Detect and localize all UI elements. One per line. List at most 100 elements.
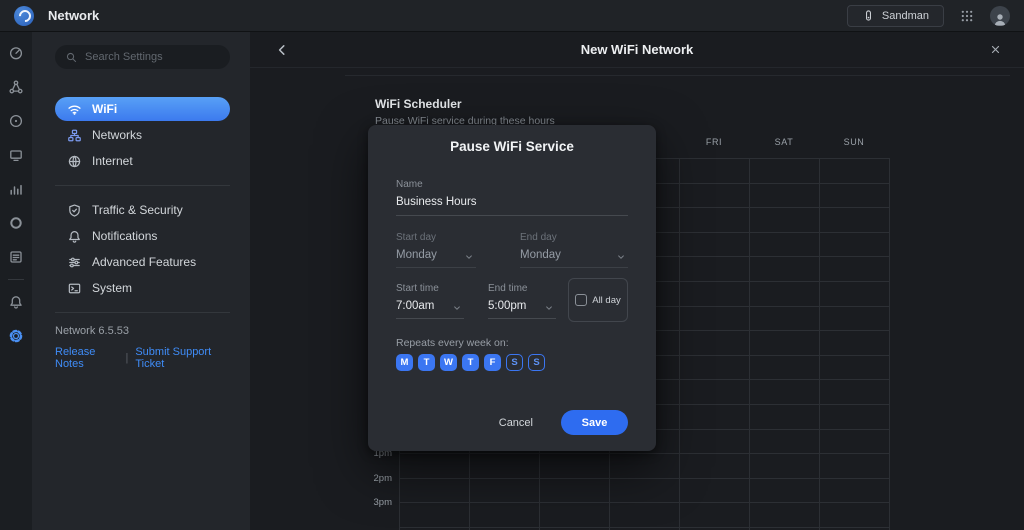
name-label: Name bbox=[396, 179, 423, 190]
search-icon bbox=[65, 51, 78, 64]
sidebar-item-label: Advanced Features bbox=[92, 255, 197, 269]
topology-icon[interactable] bbox=[8, 79, 24, 95]
scheduler-title: WiFi Scheduler bbox=[375, 97, 462, 111]
shield-icon bbox=[67, 203, 82, 218]
page-title: New WiFi Network bbox=[580, 42, 694, 57]
start-time-select[interactable]: 7:00am bbox=[396, 300, 434, 312]
app-title: Network bbox=[48, 8, 100, 23]
unifi-logo[interactable] bbox=[14, 5, 34, 26]
sidebar-item-system[interactable]: System bbox=[55, 276, 230, 300]
advanced-icon bbox=[67, 255, 82, 270]
topbar-actions: Sandman bbox=[846, 4, 1014, 27]
chevron-down-icon[interactable] bbox=[544, 303, 554, 313]
app-icon-rail bbox=[0, 32, 32, 530]
grid-line bbox=[749, 158, 750, 530]
repeat-day-toggle-1[interactable]: T bbox=[418, 354, 435, 371]
link-separator: | bbox=[125, 352, 129, 364]
grid-line bbox=[399, 453, 889, 455]
start-time-label: Start time bbox=[396, 283, 439, 294]
hour-label: 3pm bbox=[373, 497, 392, 509]
sidebar-item-label: System bbox=[92, 281, 133, 295]
search-input[interactable]: Search Settings bbox=[55, 45, 230, 69]
link-submit-support-ticket[interactable]: Submit Support Ticket bbox=[135, 346, 230, 370]
console-label: Sandman bbox=[881, 9, 929, 22]
console-icon bbox=[67, 281, 82, 296]
all-day-toggle[interactable]: All day bbox=[568, 278, 628, 322]
topbar: Network Sandman bbox=[0, 0, 1024, 32]
link-release-notes[interactable]: Release Notes bbox=[55, 346, 118, 370]
bell-icon[interactable] bbox=[8, 294, 24, 310]
sidebar-item-label: Traffic & Security bbox=[92, 203, 183, 217]
modal-actions: Cancel Save bbox=[499, 410, 628, 435]
cancel-button[interactable]: Cancel bbox=[499, 417, 533, 429]
end-time-underline bbox=[488, 318, 556, 319]
end-day-label: End day bbox=[520, 232, 557, 243]
repeat-day-toggle-4[interactable]: F bbox=[484, 354, 501, 371]
start-day-underline bbox=[396, 267, 476, 268]
sidebar-item-advanced-features[interactable]: Advanced Features bbox=[55, 250, 230, 274]
name-input[interactable]: Business Hours bbox=[396, 196, 477, 208]
sidebar-item-notifications[interactable]: Notifications bbox=[55, 224, 230, 248]
insights-icon[interactable] bbox=[8, 215, 24, 231]
day-header: SAT bbox=[774, 137, 794, 147]
end-day-underline bbox=[520, 267, 628, 268]
sidebar-item-label: Notifications bbox=[92, 229, 158, 243]
card-top-divider bbox=[345, 75, 1010, 76]
bell-icon bbox=[67, 229, 82, 244]
statistics-icon[interactable] bbox=[8, 181, 24, 197]
version-text: Network 6.5.53 bbox=[55, 325, 129, 337]
footer-links: Release Notes | Submit Support Ticket bbox=[55, 346, 230, 370]
start-day-select[interactable]: Monday bbox=[396, 249, 437, 261]
devices-icon[interactable] bbox=[8, 113, 24, 129]
sidebar-item-internet[interactable]: Internet bbox=[55, 149, 230, 173]
globe-icon bbox=[67, 154, 82, 169]
settings-sidebar: Search Settings WiFi Networks Internet Traf… bbox=[32, 32, 250, 530]
repeats-label: Repeats every week on: bbox=[396, 337, 509, 349]
apps-grid-icon[interactable] bbox=[960, 9, 974, 23]
settings-nav: WiFi Networks Internet Traffic & Security No… bbox=[32, 97, 250, 313]
repeat-day-toggle-0[interactable]: M bbox=[396, 354, 413, 371]
start-day-label: Start day bbox=[396, 232, 437, 243]
sidebar-divider bbox=[55, 312, 230, 313]
all-day-checkbox[interactable] bbox=[575, 294, 588, 306]
console-device-icon bbox=[862, 9, 875, 22]
back-button[interactable] bbox=[274, 42, 290, 58]
grid-line bbox=[399, 502, 889, 504]
page-content: WiFi Scheduler Pause WiFi service during… bbox=[250, 68, 1024, 530]
sidebar-item-traffic-security[interactable]: Traffic & Security bbox=[55, 198, 230, 222]
grid-line bbox=[399, 527, 889, 528]
networks-icon bbox=[67, 128, 82, 143]
sidebar-item-wifi[interactable]: WiFi bbox=[55, 97, 230, 121]
gear-icon[interactable] bbox=[8, 328, 24, 344]
day-header: SUN bbox=[843, 137, 865, 147]
sidebar-divider bbox=[55, 185, 230, 186]
repeat-day-toggle-6[interactable]: S bbox=[528, 354, 545, 371]
save-button[interactable]: Save bbox=[561, 410, 628, 435]
unifi-network-app: Network Sandman Search Settings WiFi Netw… bbox=[0, 0, 1024, 530]
close-button[interactable] bbox=[989, 43, 1002, 56]
all-day-label: All day bbox=[592, 294, 621, 306]
end-day-select[interactable]: Monday bbox=[520, 249, 561, 261]
wifi-icon bbox=[67, 102, 82, 117]
repeat-day-toggle-2[interactable]: W bbox=[440, 354, 457, 371]
sidebar-item-label: Networks bbox=[92, 128, 143, 142]
sidebar-item-networks[interactable]: Networks bbox=[55, 123, 230, 147]
console-button[interactable]: Sandman bbox=[846, 4, 944, 27]
account-avatar[interactable] bbox=[990, 5, 1010, 26]
end-time-select[interactable]: 5:00pm bbox=[488, 300, 526, 312]
avatar-icon bbox=[992, 11, 1008, 26]
rail-divider bbox=[8, 279, 24, 280]
settings-main: New WiFi Network WiFi Scheduler Pause Wi… bbox=[250, 32, 1024, 530]
grid-line bbox=[889, 158, 890, 530]
sidebar-item-label: Internet bbox=[92, 154, 133, 168]
chevron-down-icon[interactable] bbox=[452, 303, 462, 313]
chevron-down-icon[interactable] bbox=[616, 252, 626, 262]
system-log-icon[interactable] bbox=[8, 249, 24, 265]
repeat-day-toggle-5[interactable]: S bbox=[506, 354, 523, 371]
repeat-day-toggle-3[interactable]: T bbox=[462, 354, 479, 371]
dashboard-icon[interactable] bbox=[8, 45, 24, 61]
start-time-underline bbox=[396, 318, 464, 319]
clients-icon[interactable] bbox=[8, 147, 24, 163]
chevron-down-icon[interactable] bbox=[464, 252, 474, 262]
grid-line bbox=[679, 158, 680, 530]
